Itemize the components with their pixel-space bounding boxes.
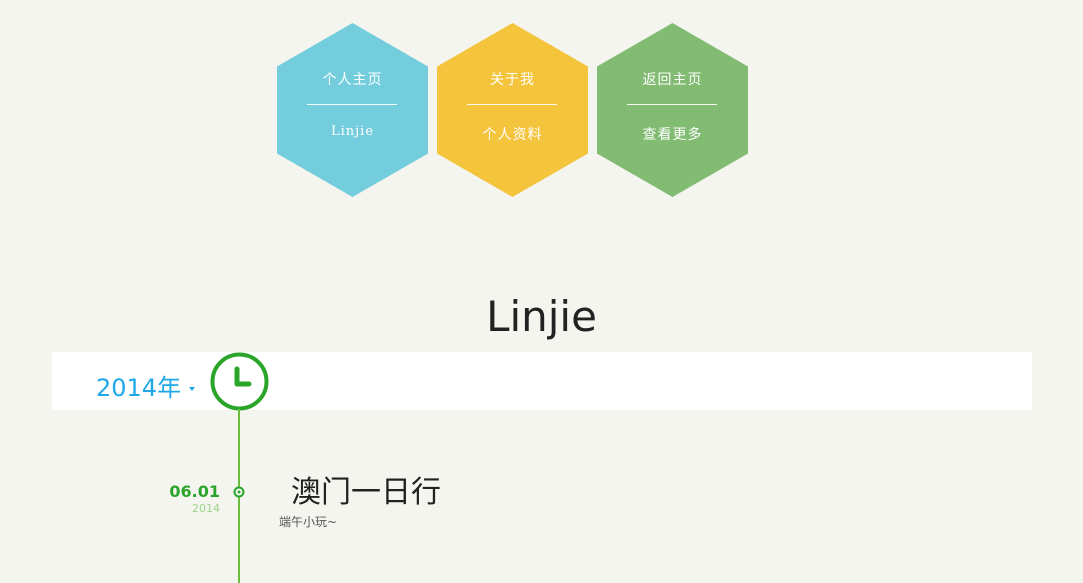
clock-icon (210, 352, 269, 411)
caret-down-icon (189, 387, 196, 391)
nav-hex-divider (627, 104, 717, 105)
nav-hex-homepage-label: 个人主页 (322, 72, 383, 88)
site-title: Linjie (486, 292, 597, 341)
nav-hex-about-label: 关于我 (490, 72, 535, 88)
year-label: 2014年 (96, 374, 182, 402)
nav-hex-back-home-label: 返回主页 (642, 72, 703, 88)
event-description: 端午小玩~ (279, 515, 338, 529)
nav-hex-homepage-sublabel: Linjie (330, 124, 375, 139)
nav-hex-back-home[interactable]: 返回主页 查看更多 (597, 23, 748, 197)
nav-hex-about-sublabel: 个人资料 (482, 127, 543, 143)
timeline-dot-icon (233, 486, 245, 498)
nav-hex-divider (467, 104, 557, 105)
event-title[interactable]: 澳门一日行 (291, 478, 441, 508)
nav-hex-back-home-sublabel: 查看更多 (642, 127, 703, 143)
event-date: 06.01 (169, 482, 220, 501)
year-dropdown[interactable]: 2014年 (96, 374, 196, 402)
year-header-band (52, 352, 1032, 410)
nav-hex-homepage[interactable]: 个人主页 Linjie (277, 23, 428, 197)
nav-hex-about[interactable]: 关于我 个人资料 (437, 23, 588, 197)
event-year: 2014 (192, 502, 220, 515)
nav-hex-divider (307, 104, 397, 105)
